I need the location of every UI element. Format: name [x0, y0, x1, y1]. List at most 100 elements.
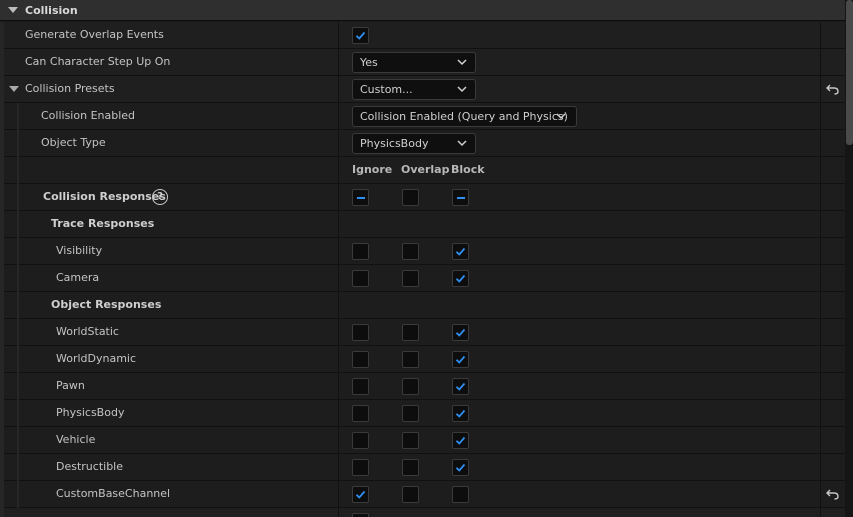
ignore-checkbox[interactable] [352, 243, 369, 260]
ignore-checkbox[interactable] [352, 351, 369, 368]
column-block: Block [451, 163, 485, 176]
ignore-checkbox[interactable] [352, 378, 369, 395]
chevron-down-icon [556, 113, 566, 120]
scrollbar-thumb[interactable] [846, 0, 853, 145]
block-checkbox[interactable] [452, 351, 469, 368]
overlap-checkbox[interactable] [402, 378, 419, 395]
row-response-column-headers: Ignore Overlap Block [0, 157, 845, 184]
column-overlap: Overlap [401, 163, 450, 176]
collision-responses-label: Collision Responses [43, 190, 166, 203]
row-collision-enabled: Collision Enabled Collision Enabled (Que… [0, 103, 845, 130]
checkmark-icon [455, 274, 466, 283]
all-block-checkbox[interactable] [452, 189, 469, 206]
section-title: Collision [25, 4, 78, 17]
block-checkbox[interactable] [452, 432, 469, 449]
channel-name: Vehicle [56, 433, 96, 446]
channel-row: WorldStatic [0, 319, 845, 346]
step-up-label: Can Character Step Up On [25, 55, 171, 68]
reset-arrow-icon [826, 489, 839, 500]
object-responses-label: Object Responses [51, 298, 162, 311]
channel-name: WorldStatic [56, 325, 119, 338]
channel-row: Pawn [0, 373, 845, 400]
block-checkbox[interactable] [452, 378, 469, 395]
checkmark-icon [455, 247, 466, 256]
collision-enabled-dropdown[interactable]: Collision Enabled (Query and Physics) [352, 106, 577, 127]
ignore-checkbox[interactable] [352, 405, 369, 422]
block-checkbox[interactable] [452, 270, 469, 287]
overlap-checkbox[interactable] [402, 270, 419, 287]
next-property-checkbox[interactable] [352, 513, 369, 517]
row-generate-overlap-events: Generate Overlap Events [0, 22, 845, 49]
overlap-checkbox[interactable] [402, 243, 419, 260]
channel-row: WorldDynamic [0, 346, 845, 373]
step-up-dropdown[interactable]: Yes [352, 52, 476, 73]
channel-row: PhysicsBody [0, 400, 845, 427]
collision-enabled-label: Collision Enabled [41, 109, 136, 122]
reset-presets-button[interactable] [820, 76, 845, 102]
checkmark-icon [455, 463, 466, 472]
channel-name: WorldDynamic [56, 352, 137, 365]
object-type-label: Object Type [41, 136, 106, 149]
block-checkbox[interactable] [452, 405, 469, 422]
block-checkbox[interactable] [452, 459, 469, 476]
generate-overlap-checkbox[interactable] [352, 27, 369, 44]
overlap-checkbox[interactable] [402, 405, 419, 422]
chevron-down-icon [457, 140, 467, 147]
overlap-checkbox[interactable] [402, 324, 419, 341]
block-checkbox[interactable] [452, 486, 469, 503]
collision-section-header[interactable]: Collision [0, 0, 845, 21]
channel-name: CustomBaseChannel [56, 487, 171, 500]
channel-row: Camera [0, 265, 845, 292]
ignore-checkbox[interactable] [352, 324, 369, 341]
checkmark-icon [455, 355, 466, 364]
ignore-checkbox[interactable] [352, 459, 369, 476]
all-overlap-checkbox[interactable] [402, 189, 419, 206]
block-checkbox[interactable] [452, 324, 469, 341]
ignore-checkbox[interactable] [352, 486, 369, 503]
all-ignore-checkbox[interactable] [352, 189, 369, 206]
collision-enabled-value: Collision Enabled (Query and Physics) [360, 110, 568, 123]
column-ignore: Ignore [352, 163, 393, 176]
overlap-checkbox[interactable] [402, 459, 419, 476]
row-trace-responses: Trace Responses [0, 211, 845, 238]
collapse-triangle-icon[interactable] [8, 7, 18, 13]
indeterminate-icon [357, 197, 365, 199]
channel-name: Destructible [56, 460, 123, 473]
checkmark-icon [455, 409, 466, 418]
row-object-type: Object Type PhysicsBody [0, 130, 845, 157]
object-type-dropdown[interactable]: PhysicsBody [352, 133, 476, 154]
generate-overlap-label: Generate Overlap Events [25, 28, 164, 41]
row-can-character-step-up-on: Can Character Step Up On Yes [0, 49, 845, 76]
channel-row: CustomBaseChannel [0, 481, 845, 508]
overlap-checkbox[interactable] [402, 486, 419, 503]
overlap-checkbox[interactable] [402, 351, 419, 368]
row-object-responses: Object Responses [0, 292, 845, 319]
channel-row: Vehicle [0, 427, 845, 454]
collision-presets-label: Collision Presets [25, 82, 115, 95]
help-icon[interactable]: ? [152, 189, 168, 205]
channel-name: Pawn [56, 379, 85, 392]
channel-name: PhysicsBody [56, 406, 125, 419]
channel-name: Camera [56, 271, 100, 284]
checkmark-icon [355, 31, 366, 40]
reset-arrow-icon [826, 84, 839, 95]
reset-channel-button[interactable] [820, 481, 845, 507]
row-collision-responses: Collision Responses ? [0, 184, 845, 211]
channel-row: Visibility [0, 238, 845, 265]
row-next-property [0, 508, 845, 517]
indeterminate-icon [457, 197, 465, 199]
checkmark-icon [455, 436, 466, 445]
row-collision-presets: Collision Presets Custom... [0, 76, 845, 103]
collision-presets-dropdown[interactable]: Custom... [352, 79, 476, 100]
block-checkbox[interactable] [452, 243, 469, 260]
ignore-checkbox[interactable] [352, 270, 369, 287]
chevron-down-icon [457, 86, 467, 93]
checkmark-icon [355, 490, 366, 499]
collision-presets-value: Custom... [360, 83, 413, 96]
object-type-value: PhysicsBody [360, 137, 429, 150]
ignore-checkbox[interactable] [352, 432, 369, 449]
step-up-value: Yes [360, 56, 378, 69]
checkmark-icon [455, 328, 466, 337]
overlap-checkbox[interactable] [402, 432, 419, 449]
details-panel: Collision Generate Overlap Events Can Ch… [0, 0, 845, 517]
